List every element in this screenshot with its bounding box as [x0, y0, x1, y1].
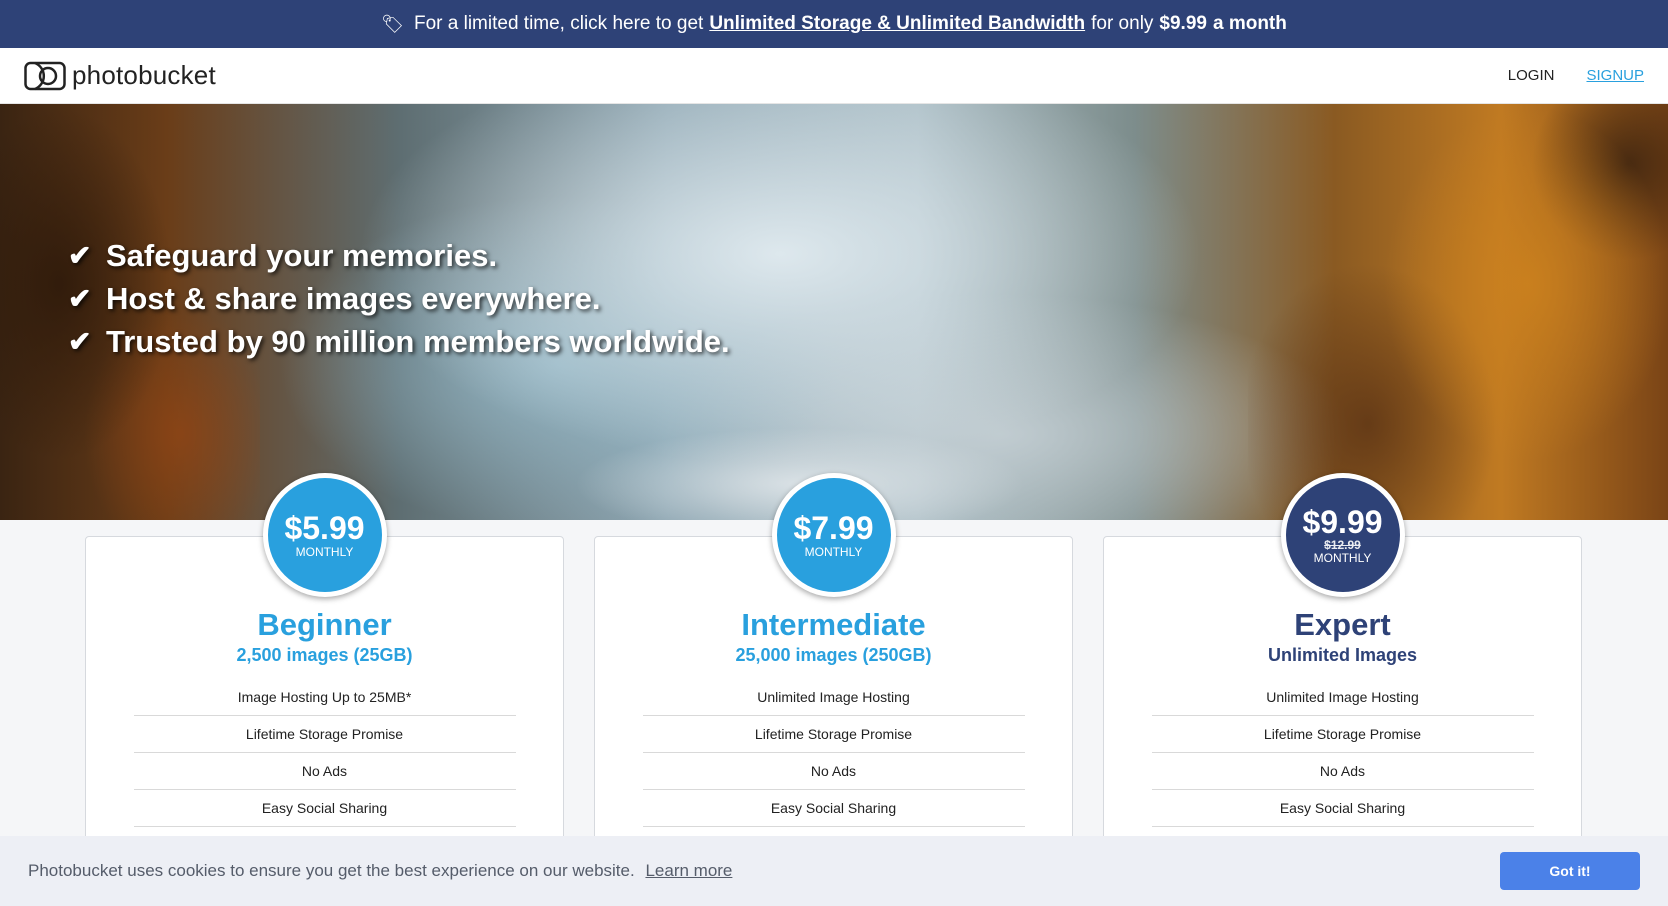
plan-feature: Lifetime Storage Promise [642, 716, 1025, 753]
plan-name: Intermediate [741, 607, 926, 642]
plan-period: MONTHLY [804, 545, 863, 559]
plan-feature: Unlimited Image Hosting [1151, 679, 1534, 716]
hero-background-right [1248, 104, 1668, 520]
hero-benefit-text: Trusted by 90 million members worldwide. [106, 324, 730, 359]
promo-price: $9.99 [1159, 13, 1207, 34]
logo-text: photobucket [72, 60, 216, 90]
plan-feature: Lifetime Storage Promise [133, 716, 516, 753]
price-badge: $5.99 MONTHLY [262, 473, 387, 597]
plan-subtitle: Unlimited Images [1267, 645, 1418, 665]
signup-link[interactable]: SIGNUP [1586, 67, 1644, 84]
plan-feature: No Ads [642, 753, 1025, 790]
photobucket-logo[interactable]: photobucket [24, 60, 216, 91]
hero-benefit: ✔ Safeguard your memories. [68, 234, 730, 277]
plan-feature: Easy Social Sharing [642, 790, 1025, 827]
plan-price: $9.99 [1302, 504, 1383, 540]
plan-subtitle: 25,000 images (250GB) [735, 645, 932, 665]
hero-banner: ✔ Safeguard your memories. ✔ Host & shar… [0, 104, 1668, 520]
hero-benefit: ✔ Host & share images everywhere. [68, 277, 730, 320]
plan-period: MONTHLY [1313, 551, 1372, 565]
checkmark-icon: ✔ [68, 326, 92, 357]
plan-feature: Easy Social Sharing [1151, 790, 1534, 827]
hero-benefits: ✔ Safeguard your memories. ✔ Host & shar… [68, 234, 730, 363]
site-header: photobucket LOGIN SIGNUP [0, 48, 1668, 104]
plan-feature: No Ads [1151, 753, 1534, 790]
hero-benefit-text: Host & share images everywhere. [106, 281, 601, 316]
login-link[interactable]: LOGIN [1508, 67, 1555, 84]
tag-icon: 🏷 [381, 13, 404, 34]
cookie-message-wrap: Photobucket uses cookies to ensure you g… [28, 861, 732, 881]
plan-subtitle: 2,500 images (25GB) [236, 645, 413, 665]
hero-benefit: ✔ Trusted by 90 million members worldwid… [68, 320, 730, 363]
promo-offer-link[interactable]: Unlimited Storage & Unlimited Bandwidth [709, 13, 1085, 35]
promo-prefix: For a limited time, click here to get [413, 13, 704, 34]
plan-name: Beginner [257, 607, 392, 642]
plan-price: $5.99 [284, 510, 365, 546]
header-nav: LOGIN SIGNUP [1508, 67, 1644, 84]
cookie-message: Photobucket uses cookies to ensure you g… [28, 861, 635, 880]
cookie-consent-bar: Photobucket uses cookies to ensure you g… [0, 836, 1668, 906]
learn-more-link[interactable]: Learn more [645, 861, 732, 880]
promo-middle: for only [1091, 13, 1154, 34]
checkmark-icon: ✔ [68, 240, 92, 271]
plan-feature: Unlimited Image Hosting [642, 679, 1025, 716]
plan-price: $7.99 [793, 510, 874, 546]
price-badge: $9.99 $12.99 MONTHLY [1280, 473, 1405, 597]
promo-banner[interactable]: 🏷 For a limited time, click here to get … [0, 0, 1668, 48]
plan-feature: Easy Social Sharing [133, 790, 516, 827]
plan-feature: Image Hosting Up to 25MB* [133, 679, 516, 716]
plan-period: MONTHLY [295, 545, 354, 559]
price-badge: $7.99 MONTHLY [771, 473, 896, 597]
plan-feature: No Ads [133, 753, 516, 790]
plan-old-price: $12.99 [1324, 538, 1361, 552]
plan-feature: Lifetime Storage Promise [1151, 716, 1534, 753]
checkmark-icon: ✔ [68, 283, 92, 314]
promo-suffix: a month [1212, 13, 1287, 34]
cookie-accept-button[interactable]: Got it! [1500, 852, 1640, 890]
camera-bucket-icon [24, 61, 66, 91]
plan-name: Expert [1294, 607, 1391, 642]
hero-benefit-text: Safeguard your memories. [106, 238, 498, 273]
